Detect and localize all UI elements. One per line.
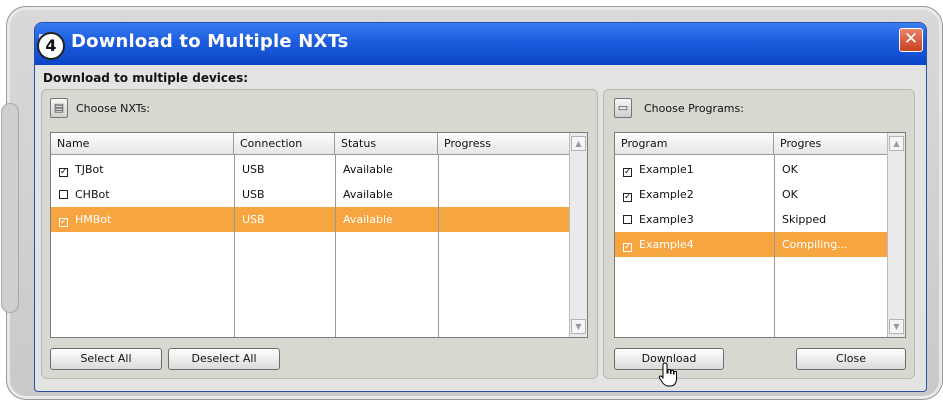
status-cell: Available	[343, 163, 393, 176]
deselect-all-button[interactable]: Deselect All	[168, 348, 280, 370]
vertical-scrollbar[interactable]: ▲ ▼	[569, 133, 587, 337]
table-row[interactable]: ✓ Example2 OK	[615, 182, 888, 207]
column-header-status[interactable]: Status	[335, 133, 438, 155]
checkbox-checked-icon[interactable]: ✓	[623, 243, 632, 252]
progress-cell	[438, 157, 570, 182]
program-panel: ▭ Choose Programs: Program Progres ✓ Exam…	[603, 89, 915, 379]
table-row[interactable]: ✓ TJBot USB Available	[51, 157, 570, 182]
checkbox-checked-icon[interactable]: ✓	[623, 168, 632, 177]
progress-cell: OK	[782, 188, 798, 201]
progress-cell	[438, 182, 570, 207]
checkbox-checked-icon[interactable]: ✓	[623, 193, 632, 202]
frame-side-tab	[1, 103, 19, 313]
table-row[interactable]: Example3 Skipped	[615, 207, 888, 232]
column-divider	[438, 155, 439, 337]
progress-cell: Skipped	[782, 213, 827, 226]
nxt-panel-label: Choose NXTs:	[76, 102, 151, 115]
nxt-brick-icon: ▤	[50, 98, 68, 118]
column-divider	[335, 155, 336, 337]
scroll-down-icon[interactable]: ▼	[889, 319, 904, 334]
progress-cell: OK	[782, 163, 798, 176]
name-cell: ✓ HMBot	[51, 207, 234, 232]
connection-cell: USB	[242, 163, 265, 176]
robot-name: TJBot	[75, 163, 104, 176]
program-cell: Example3	[615, 207, 774, 232]
robot-name: CHBot	[75, 188, 110, 201]
progress-cell	[438, 207, 570, 232]
hand-cursor-icon	[658, 362, 677, 387]
column-header-progress[interactable]: Progres	[774, 133, 888, 155]
table-row-selected[interactable]: ✓ Example4 Compiling...	[615, 232, 888, 257]
scroll-up-icon[interactable]: ▲	[889, 136, 904, 151]
column-divider	[774, 155, 775, 337]
program-table-header: Program Progres	[615, 133, 888, 155]
program-cell: ✓ Example1	[615, 157, 774, 182]
folder-icon: ▭	[614, 98, 632, 118]
dialog-window: 4 Download to Multiple NXTs ✕ Download t…	[34, 22, 927, 392]
program-name: Example3	[639, 213, 694, 226]
main-heading: Download to multiple devices:	[43, 71, 249, 85]
scroll-down-icon[interactable]: ▼	[571, 319, 586, 334]
column-header-program[interactable]: Program	[615, 133, 774, 155]
step-badge: 4	[37, 32, 65, 60]
column-header-connection[interactable]: Connection	[234, 133, 335, 155]
title-bar[interactable]: 4 Download to Multiple NXTs ✕	[35, 23, 926, 65]
status-cell: Available	[343, 188, 393, 201]
nxt-table: Name Connection Status Progress ✓ TJBot U…	[50, 132, 588, 338]
vertical-scrollbar[interactable]: ▲ ▼	[887, 133, 905, 337]
table-row[interactable]: CHBot USB Available	[51, 182, 570, 207]
column-header-progress[interactable]: Progress	[438, 133, 570, 155]
close-button[interactable]: Close	[796, 348, 906, 370]
program-name: Example2	[639, 188, 694, 201]
connection-cell: USB	[242, 188, 265, 201]
program-table: Program Progres ✓ Example1 OK ✓ Example2 O…	[614, 132, 906, 338]
program-name: Example4	[639, 238, 694, 251]
program-panel-label: Choose Programs:	[644, 102, 744, 115]
status-cell: Available	[343, 213, 393, 226]
program-cell: ✓ Example2	[615, 182, 774, 207]
table-row[interactable]: ✓ Example1 OK	[615, 157, 888, 182]
checkbox-unchecked-icon[interactable]	[623, 215, 632, 224]
name-cell: ✓ TJBot	[51, 157, 234, 182]
connection-cell: USB	[242, 213, 265, 226]
checkbox-checked-icon[interactable]: ✓	[59, 218, 68, 227]
window-title: Download to Multiple NXTs	[71, 31, 349, 52]
checkbox-unchecked-icon[interactable]	[59, 190, 68, 199]
scroll-up-icon[interactable]: ▲	[571, 136, 586, 151]
program-name: Example1	[639, 163, 694, 176]
progress-cell: Compiling...	[782, 238, 848, 251]
program-cell: ✓ Example4	[615, 232, 774, 257]
close-icon[interactable]: ✕	[899, 28, 923, 52]
table-row-selected[interactable]: ✓ HMBot USB Available	[51, 207, 570, 232]
column-divider	[234, 155, 235, 337]
nxt-table-header: Name Connection Status Progress	[51, 133, 570, 155]
name-cell: CHBot	[51, 182, 234, 207]
column-header-name[interactable]: Name	[51, 133, 234, 155]
nxt-panel: ▤ Choose NXTs: Name Connection Status Pr…	[41, 89, 598, 379]
checkbox-checked-icon[interactable]: ✓	[59, 168, 68, 177]
select-all-button[interactable]: Select All	[50, 348, 162, 370]
robot-name: HMBot	[75, 213, 112, 226]
